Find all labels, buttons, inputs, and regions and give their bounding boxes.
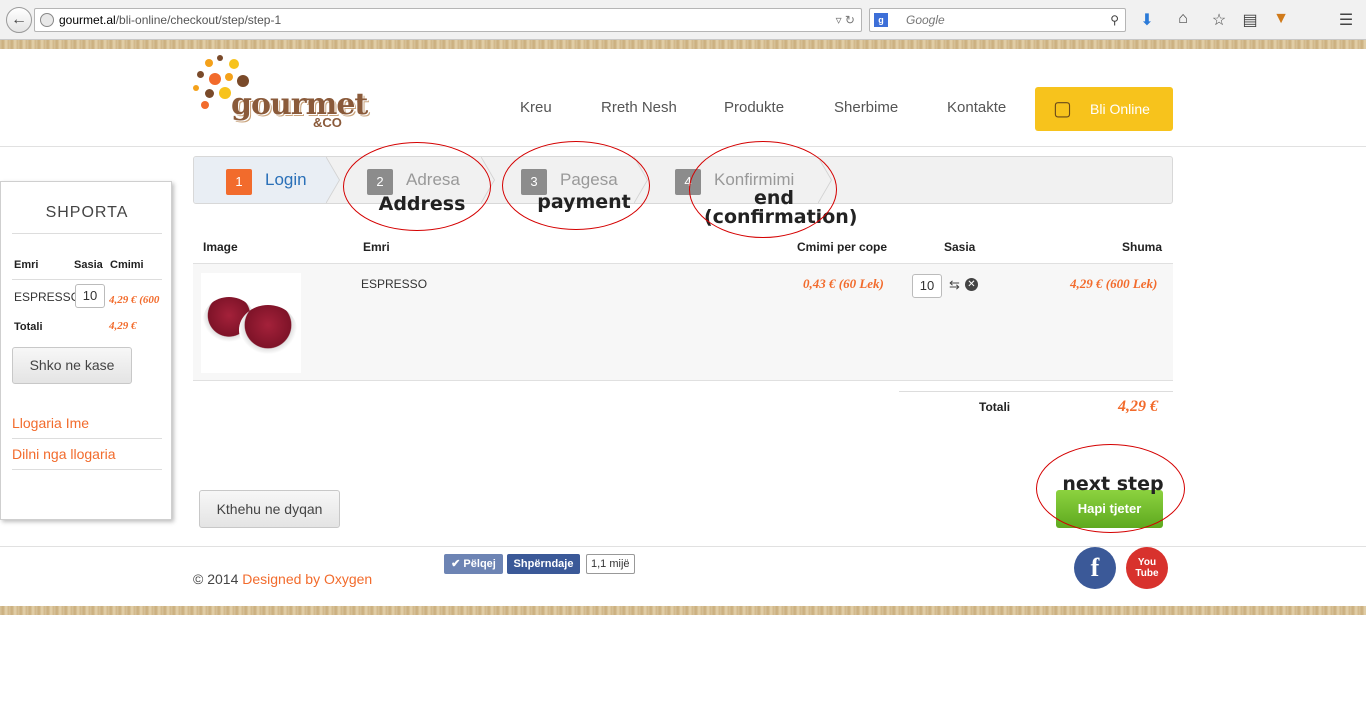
quantity-input[interactable]: 10 [912, 274, 942, 298]
divider [899, 391, 1173, 392]
reading-list-icon[interactable]: ▤ [1240, 10, 1260, 30]
site-footer: © 2014 Designed by Oxygen ✔ Pëlqej Shpër… [0, 546, 1366, 606]
search-input[interactable]: g Google ⚲ [869, 8, 1126, 32]
google-icon: g [874, 13, 888, 27]
cart-item-qty[interactable]: 10 [75, 284, 105, 308]
facebook-share-button[interactable]: Shpërndaje [507, 554, 580, 574]
divider [12, 438, 162, 439]
cart-col-qty: Sasia [74, 259, 103, 271]
col-unit-price: Cmimi per cope [797, 240, 888, 254]
like-count: 1,1 mijë [586, 554, 635, 574]
basket-icon: ▢ [1053, 98, 1072, 120]
refresh-icon[interactable]: ⇆ [949, 277, 960, 293]
cart-total-label: Totali [14, 321, 43, 333]
checkout-button[interactable]: Shko ne kase [12, 347, 132, 384]
back-arrow-icon[interactable]: ← [6, 7, 32, 33]
total-label: Totali [979, 400, 1011, 414]
logo-text: gourmet [231, 87, 368, 122]
nav-item-kreu[interactable]: Kreu [520, 99, 552, 116]
back-to-shop-button[interactable]: Kthehu ne dyqan [199, 490, 340, 528]
addon-icon[interactable]: ▼ [1271, 10, 1291, 28]
total-value: 4,29 € [1118, 398, 1158, 415]
facebook-icon[interactable]: f [1074, 547, 1116, 589]
gourmet-logo[interactable]: gourmet &CO [193, 55, 368, 130]
my-account-link[interactable]: Llogaria Ime [12, 415, 89, 431]
cart-total-value: 4,29 € [109, 320, 137, 332]
search-placeholder: Google [906, 13, 945, 27]
youtube-text-top: You [1137, 557, 1157, 568]
cart-col-price: Cmimi [110, 259, 144, 271]
cart-item-name: ESPRESSO [14, 290, 81, 304]
wood-strip-top [0, 40, 1366, 49]
step-login[interactable]: 1 Login [194, 157, 326, 203]
unit-price: 0,43 € (60 Lek) [803, 276, 884, 291]
url-domain: gourmet.al [59, 13, 116, 27]
home-icon[interactable]: ⌂ [1173, 10, 1193, 28]
row-sum: 4,29 € (600 Lek) [1070, 276, 1158, 291]
annotation-ellipse [502, 141, 650, 230]
search-icon[interactable]: ⚲ [1110, 9, 1119, 31]
cart-col-name: Emri [14, 259, 39, 271]
col-name: Emri [363, 240, 390, 254]
col-sum: Shuma [1122, 240, 1163, 254]
cart-title: SHPORTA [45, 204, 129, 221]
remove-icon[interactable]: ✕ [965, 278, 978, 291]
browser-toolbar: ← gourmet.al/bli-online/checkout/step/st… [0, 0, 1366, 40]
url-bar[interactable]: gourmet.al/bli-online/checkout/step/step… [34, 8, 862, 32]
col-image: Image [203, 240, 238, 254]
globe-icon [40, 13, 54, 27]
wood-strip-bottom [0, 606, 1366, 615]
menu-icon[interactable]: ☰ [1336, 10, 1356, 30]
product-name: ESPRESSO [361, 277, 428, 291]
logout-link[interactable]: Dilni nga llogaria [12, 446, 116, 462]
nav-item-kontakte[interactable]: Kontakte [947, 99, 1006, 116]
site-header: gourmet &CO Kreu Rreth Nesh Produkte She… [0, 49, 1366, 147]
step-number: 1 [226, 169, 252, 195]
nav-item-rreth-nesh[interactable]: Rreth Nesh [601, 99, 677, 116]
bli-online-button[interactable]: ▢ Bli Online [1035, 87, 1173, 131]
nav-item-produkte[interactable]: Produkte [724, 99, 784, 116]
annotation-ellipse [1036, 444, 1185, 533]
facebook-letter: f [1090, 553, 1100, 582]
annotation-ellipse [343, 142, 491, 231]
col-qty: Sasia [944, 240, 976, 254]
designer-link[interactable]: Designed by Oxygen [242, 571, 372, 587]
download-icon[interactable]: ⬇ [1137, 10, 1157, 30]
reload-icon[interactable]: ▿ ↻ [836, 9, 855, 31]
nav-item-sherbime[interactable]: Sherbime [834, 99, 898, 116]
divider [12, 279, 162, 280]
step-label: Login [265, 170, 307, 189]
bli-online-label: Bli Online [1090, 101, 1150, 117]
youtube-text-bottom: Tube [1135, 568, 1159, 579]
annotation-ellipse [689, 141, 837, 238]
product-image [201, 273, 301, 373]
checkout-steps: 1 Login 2 Adresa 3 Pagesa 4 Konfirmimi [193, 156, 1173, 204]
divider [12, 469, 162, 470]
table-row: ESPRESSO 0,43 € (60 Lek) 10 ⇆ ✕ 4,29 € (… [193, 263, 1173, 381]
logo-co-text: &CO [313, 115, 342, 130]
bookmark-star-icon[interactable]: ☆ [1209, 10, 1229, 30]
copyright-text: © 2014 Designed by Oxygen [193, 571, 372, 587]
cart-item-price: 4,29 € (600 [109, 294, 160, 306]
url-path: /bli-online/checkout/step/step-1 [115, 13, 282, 27]
facebook-like-button[interactable]: ✔ Pëlqej [444, 554, 503, 574]
copyright-year: © 2014 [193, 571, 239, 587]
cart-sidebar: SHPORTA Emri Sasia Cmimi ESPRESSO 10 4,2… [0, 181, 172, 520]
divider [12, 233, 162, 234]
youtube-icon[interactable]: You Tube [1126, 547, 1168, 589]
